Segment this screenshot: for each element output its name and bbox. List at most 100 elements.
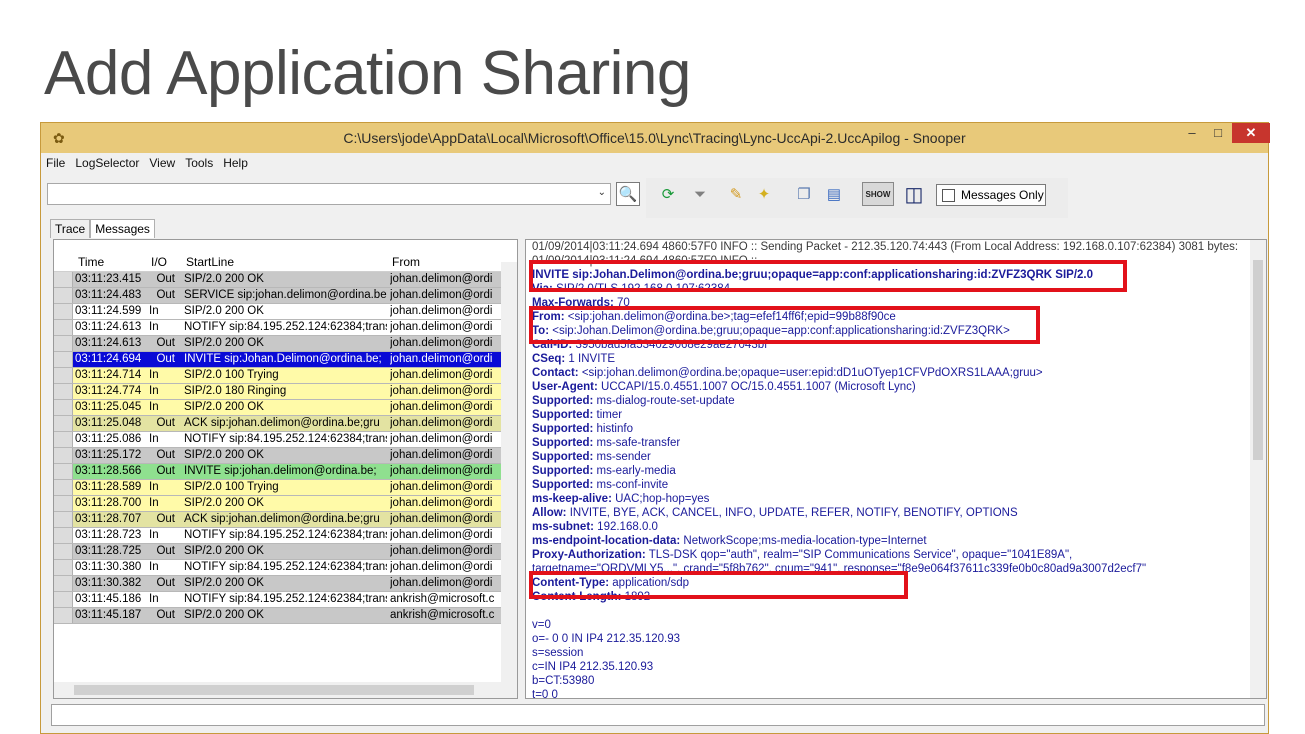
table-row[interactable]: 03:11:23.415 Out SIP/2.0 200 OK johan.delim… bbox=[54, 272, 501, 288]
row-selector[interactable] bbox=[54, 288, 73, 303]
table-row[interactable]: 03:11:24.483 Out SERVICE sip:johan.delimon… bbox=[54, 288, 501, 304]
table-row[interactable]: 03:11:45.187 Out SIP/2.0 200 OK ankrish@mic… bbox=[54, 608, 501, 624]
row-selector[interactable] bbox=[54, 496, 73, 511]
cell-io: In bbox=[149, 369, 159, 381]
table-row[interactable]: 03:11:24.613 Out SIP/2.0 200 OK johan.delim… bbox=[54, 336, 501, 352]
column-startline[interactable]: StartLine bbox=[186, 255, 234, 269]
maximize-button[interactable]: □ bbox=[1205, 123, 1231, 143]
menu-help[interactable]: Help bbox=[218, 154, 253, 172]
row-selector[interactable] bbox=[54, 448, 73, 463]
header-key: Supported: bbox=[532, 479, 594, 491]
row-selector[interactable] bbox=[54, 336, 73, 351]
bookmark-icon[interactable]: ✦ bbox=[752, 182, 776, 206]
menu-view[interactable]: View bbox=[144, 154, 180, 172]
table-row[interactable]: 03:11:24.599 In SIP/2.0 200 OK johan.delimo… bbox=[54, 304, 501, 320]
table-row[interactable]: 03:11:28.723 In NOTIFY sip:84.195.252.124:… bbox=[54, 528, 501, 544]
table-row[interactable]: 03:11:28.707 Out ACK sip:johan.delimon@ord… bbox=[54, 512, 501, 528]
close-button[interactable]: ✕ bbox=[1232, 123, 1270, 143]
tab-trace[interactable]: Trace bbox=[50, 219, 91, 238]
row-selector[interactable] bbox=[54, 560, 73, 575]
log-line: Supported: timer bbox=[532, 409, 622, 421]
table-row[interactable]: 03:11:25.048 Out ACK sip:johan.delimon@ord… bbox=[54, 416, 501, 432]
minimize-button[interactable]: – bbox=[1179, 123, 1205, 143]
row-selector[interactable] bbox=[54, 384, 73, 399]
table-row[interactable]: 03:11:28.589 In SIP/2.0 100 Trying johan.de… bbox=[54, 480, 501, 496]
table-row[interactable]: 03:11:25.086 In NOTIFY sip:84.195.252.124:… bbox=[54, 432, 501, 448]
checkbox-box[interactable] bbox=[942, 188, 955, 202]
cell-time: 03:11:45.186 bbox=[75, 593, 142, 605]
table-row[interactable]: 03:11:24.613 In NOTIFY sip:84.195.252.124:… bbox=[54, 320, 501, 336]
column-time[interactable]: Time bbox=[78, 255, 104, 269]
refresh-icon[interactable]: ⟳ bbox=[656, 182, 680, 206]
cell-from: johan.delimon@ordi bbox=[390, 369, 493, 381]
row-selector[interactable] bbox=[54, 480, 73, 495]
header-value: ms-safe-transfer bbox=[593, 437, 681, 449]
row-selector[interactable] bbox=[54, 576, 73, 591]
table-row[interactable]: 03:11:25.172 Out SIP/2.0 200 OK johan.delim… bbox=[54, 448, 501, 464]
row-selector[interactable] bbox=[54, 272, 73, 287]
table-row[interactable]: 03:11:24.714 In SIP/2.0 100 Trying johan.de… bbox=[54, 368, 501, 384]
cell-io: In bbox=[149, 385, 159, 397]
header-key: ms-keep-alive: bbox=[532, 493, 612, 505]
chevron-down-icon[interactable]: ⌄ bbox=[598, 187, 606, 198]
table-row[interactable]: 03:11:45.186 In NOTIFY sip:84.195.252.124:… bbox=[54, 592, 501, 608]
row-selector[interactable] bbox=[54, 352, 73, 367]
table-row[interactable]: 03:11:24.774 In SIP/2.0 180 Ringing johan.d… bbox=[54, 384, 501, 400]
row-selector[interactable] bbox=[54, 368, 73, 383]
menu-file[interactable]: File bbox=[41, 154, 70, 172]
column-from[interactable]: From bbox=[392, 255, 420, 269]
copy-icon[interactable]: ❐ bbox=[792, 182, 816, 206]
tab-messages[interactable]: Messages bbox=[90, 219, 155, 238]
filter-icon[interactable]: ⏷ bbox=[688, 182, 712, 206]
document-icon[interactable]: ▤ bbox=[822, 182, 846, 206]
show-button[interactable]: SHOW bbox=[862, 182, 894, 206]
scroll-thumb[interactable] bbox=[1253, 260, 1263, 460]
row-selector[interactable] bbox=[54, 528, 73, 543]
cell-time: 03:11:25.045 bbox=[75, 401, 142, 413]
row-selector[interactable] bbox=[54, 304, 73, 319]
split-view-icon[interactable]: ◫ bbox=[900, 182, 928, 206]
window-title: C:\Users\jode\AppData\Local\Microsoft\Of… bbox=[343, 130, 966, 146]
cell-startline: INVITE sip:johan.delimon@ordina.be; bbox=[184, 465, 377, 477]
cell-time: 03:11:24.483 bbox=[75, 289, 142, 301]
row-selector[interactable] bbox=[54, 320, 73, 335]
table-row[interactable]: 03:11:30.382 Out SIP/2.0 200 OK johan.delim… bbox=[54, 576, 501, 592]
cell-from: johan.delimon@ordi bbox=[390, 337, 493, 349]
table-row[interactable]: 03:11:28.700 In SIP/2.0 200 OK johan.delimo… bbox=[54, 496, 501, 512]
cell-from: johan.delimon@ordi bbox=[390, 513, 493, 525]
log-line: Supported: ms-conf-invite bbox=[532, 479, 668, 491]
messages-only-checkbox[interactable]: Messages Only bbox=[936, 184, 1046, 206]
grid-horizontal-scrollbar[interactable] bbox=[54, 682, 517, 698]
search-button[interactable]: 🔍 bbox=[616, 182, 640, 206]
table-row[interactable]: 03:11:30.380 In NOTIFY sip:84.195.252.124:… bbox=[54, 560, 501, 576]
row-selector[interactable] bbox=[54, 608, 73, 623]
highlighter-icon[interactable]: ✎ bbox=[724, 182, 748, 206]
cell-from: johan.delimon@ordi bbox=[390, 273, 493, 285]
cell-io: Out bbox=[156, 465, 175, 477]
row-selector[interactable] bbox=[54, 544, 73, 559]
title-bar[interactable]: ✿ C:\Users\jode\AppData\Local\Microsoft\… bbox=[41, 123, 1270, 153]
row-selector[interactable] bbox=[54, 400, 73, 415]
table-row[interactable]: 03:11:28.566 Out INVITE sip:johan.delimon@… bbox=[54, 464, 501, 480]
detail-vertical-scrollbar[interactable] bbox=[1250, 240, 1266, 698]
cell-startline: SIP/2.0 180 Ringing bbox=[184, 385, 287, 397]
grid-vertical-scrollbar[interactable] bbox=[501, 262, 517, 682]
search-combo[interactable]: ⌄ bbox=[47, 183, 611, 205]
toolbar: ⌄ 🔍 ⟳ ⏷ ✎ ✦ ❐ ▤ SHOW ◫ Messages Only bbox=[41, 178, 1268, 218]
row-selector[interactable] bbox=[54, 592, 73, 607]
column-io[interactable]: I/O bbox=[151, 255, 167, 269]
menu-tools[interactable]: Tools bbox=[180, 154, 218, 172]
row-selector[interactable] bbox=[54, 432, 73, 447]
scroll-thumb[interactable] bbox=[74, 685, 474, 695]
table-row[interactable]: 03:11:24.694 Out INVITE sip:Johan.Delimon@… bbox=[54, 352, 501, 368]
table-row[interactable]: 03:11:25.045 In SIP/2.0 200 OK johan.delimo… bbox=[54, 400, 501, 416]
row-selector[interactable] bbox=[54, 416, 73, 431]
highlight-content-type bbox=[529, 571, 908, 599]
table-row[interactable]: 03:11:28.725 Out SIP/2.0 200 OK johan.delim… bbox=[54, 544, 501, 560]
row-selector[interactable] bbox=[54, 464, 73, 479]
menu-logselector[interactable]: LogSelector bbox=[70, 154, 144, 172]
cell-time: 03:11:24.694 bbox=[75, 353, 142, 365]
row-selector[interactable] bbox=[54, 512, 73, 527]
cell-time: 03:11:28.566 bbox=[75, 465, 142, 477]
log-line: o=- 0 0 IN IP4 212.35.120.93 bbox=[532, 633, 681, 645]
